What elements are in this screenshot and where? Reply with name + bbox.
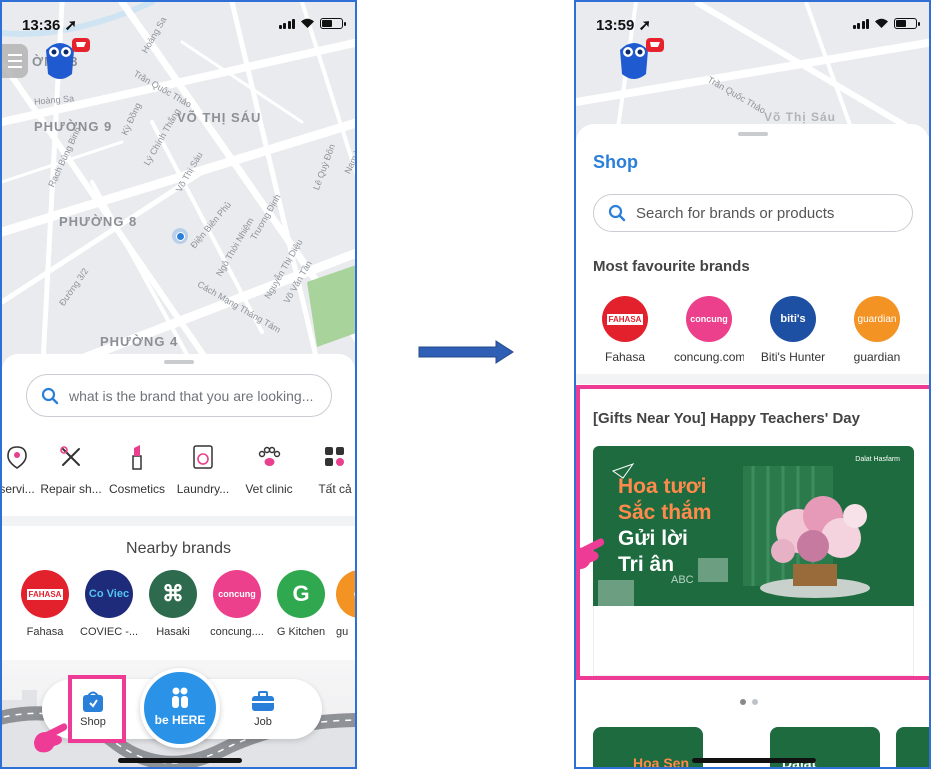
brand-item[interactable]: FAHASA Fahasa	[16, 570, 74, 638]
map-label: PHƯỜNG 4	[100, 334, 179, 349]
brand-item[interactable]: Co Viec COVIEC -...	[80, 570, 138, 638]
brand-item[interactable]: concung concung....	[208, 570, 266, 638]
brand-logo: gu	[336, 570, 355, 618]
behere-button[interactable]: be HERE	[140, 668, 220, 748]
tools-icon	[60, 446, 80, 466]
brand-name: concung....	[210, 626, 264, 638]
wifi-icon	[875, 18, 888, 28]
signal-icon	[852, 18, 869, 29]
status-time: 13:36 ➚	[22, 17, 78, 34]
search-icon	[608, 204, 626, 222]
mascot-cart-icon[interactable]	[38, 34, 92, 88]
paw-icon	[258, 446, 281, 466]
home-indicator	[692, 758, 816, 763]
category-label: Repair sh...	[40, 482, 102, 496]
brand-name: guardian	[853, 350, 901, 364]
promo-thumbnail[interactable]	[896, 727, 929, 767]
behere-label: be HERE	[154, 713, 206, 727]
status-time: 13:59 ➚	[596, 17, 652, 34]
brand-name: Biti's Hunter	[760, 350, 826, 364]
brand-name: gu	[336, 626, 349, 638]
category-item[interactable]: Laundry...	[170, 442, 236, 496]
lipstick-icon	[132, 445, 142, 470]
washing-machine-icon	[193, 445, 213, 469]
battery-icon	[894, 18, 920, 29]
category-label: Vet clinic	[245, 482, 293, 496]
grid-icon	[325, 447, 344, 466]
brand-logo: concung	[213, 570, 261, 618]
brand-item[interactable]: concung concung.com	[674, 296, 744, 364]
category-label: servi...	[0, 482, 35, 496]
search-input[interactable]: what is the brand that you are looking..…	[26, 374, 332, 417]
right-phone-screen: Trần Quốc Thảo Võ Thị Sáu 13:59 ➚ Shop S…	[574, 0, 931, 769]
nearby-brands-title: Nearby brands	[126, 540, 231, 557]
map-label: Võ Thị Sáu	[764, 110, 837, 124]
brand-item[interactable]: G G Kitchen	[272, 570, 330, 638]
brand-name: Hasaki	[156, 626, 190, 638]
pointing-hand-icon	[32, 722, 72, 761]
category-item[interactable]: servi...	[0, 442, 38, 496]
thumbnail-text: Hoa Sen	[633, 755, 690, 769]
people-icon	[172, 687, 188, 708]
category-item[interactable]: Vet clinic	[236, 442, 302, 496]
category-item[interactable]: Cosmetics	[104, 442, 170, 496]
brand-item[interactable]: FAHASA Fahasa	[590, 296, 660, 364]
brand-logo: Co Viec	[85, 570, 133, 618]
favourite-brands-list: FAHASA Fahasa concung concung.com biti's…	[590, 296, 912, 364]
carousel-dots	[740, 699, 758, 705]
category-label: Tất cả	[318, 482, 352, 496]
brand-logo: biti's	[770, 296, 816, 342]
brand-logo: FAHASA	[602, 296, 648, 342]
promo-thumbnail[interactable]: Hoa Sen	[593, 727, 703, 769]
nav-job-label: Job	[254, 716, 272, 728]
section-divider	[2, 516, 355, 526]
brand-name: concung.com	[674, 350, 744, 364]
brand-item[interactable]: guardian guardian	[842, 296, 912, 364]
brand-name: Fahasa	[26, 626, 64, 638]
map-label: VÕ THỊ SÁU	[177, 110, 262, 125]
brand-logo: guardian	[854, 296, 900, 342]
search-placeholder: what is the brand that you are looking..…	[69, 387, 314, 404]
briefcase-icon	[252, 691, 274, 711]
brand-logo: G	[277, 570, 325, 618]
brand-name: Fahasa	[604, 350, 646, 364]
category-list: servi... Repair sh... Cosmetics Laundry.…	[0, 442, 355, 496]
favourite-brands-title: Most favourite brands	[593, 258, 750, 275]
section-divider	[576, 374, 929, 384]
search-input[interactable]: Search for brands or products	[593, 194, 913, 232]
brand-name: COVIEC -...	[80, 626, 138, 638]
current-location-dot	[172, 228, 188, 244]
brand-item[interactable]: biti's Biti's Hunter	[758, 296, 828, 364]
promo-highlight-box	[576, 385, 929, 680]
transition-arrow-icon	[418, 340, 514, 369]
category-item[interactable]: Tất cả	[302, 442, 355, 496]
sheet-handle[interactable]	[163, 360, 194, 364]
battery-icon	[320, 18, 346, 29]
pointing-hand-icon	[576, 537, 610, 578]
left-phone-screen: PHƯỜNG 9 VÕ THỊ SÁU PHƯỜNG 8 PHƯỜNG 4 ỜN…	[0, 0, 357, 769]
brand-item[interactable]: ⌘ Hasaki	[144, 570, 202, 638]
brand-name: G Kitchen	[276, 626, 326, 638]
brand-logo: ⌘	[149, 570, 197, 618]
search-icon	[41, 387, 59, 404]
nearby-brands-list: FAHASA Fahasa Co Viec COVIEC -... ⌘ Hasa…	[16, 570, 355, 638]
category-item[interactable]: Repair sh...	[38, 442, 104, 496]
shop-highlight-box	[68, 675, 126, 743]
mascot-cart-icon[interactable]	[612, 34, 666, 88]
brand-item[interactable]: gu gu	[336, 570, 355, 638]
map-label: PHƯỜNG 8	[59, 214, 138, 229]
brand-logo: FAHASA	[21, 570, 69, 618]
location-icon	[7, 446, 27, 469]
sheet-handle[interactable]	[737, 132, 768, 136]
home-indicator	[118, 758, 242, 763]
brand-logo: concung	[686, 296, 732, 342]
category-label: Laundry...	[176, 482, 230, 496]
nav-job-button[interactable]: Job	[250, 689, 276, 728]
signal-icon	[278, 18, 295, 29]
category-label: Cosmetics	[108, 482, 165, 496]
menu-button[interactable]	[2, 44, 28, 78]
page-title: Shop	[593, 152, 638, 172]
wifi-icon	[301, 18, 314, 28]
search-placeholder: Search for brands or products	[636, 204, 835, 222]
